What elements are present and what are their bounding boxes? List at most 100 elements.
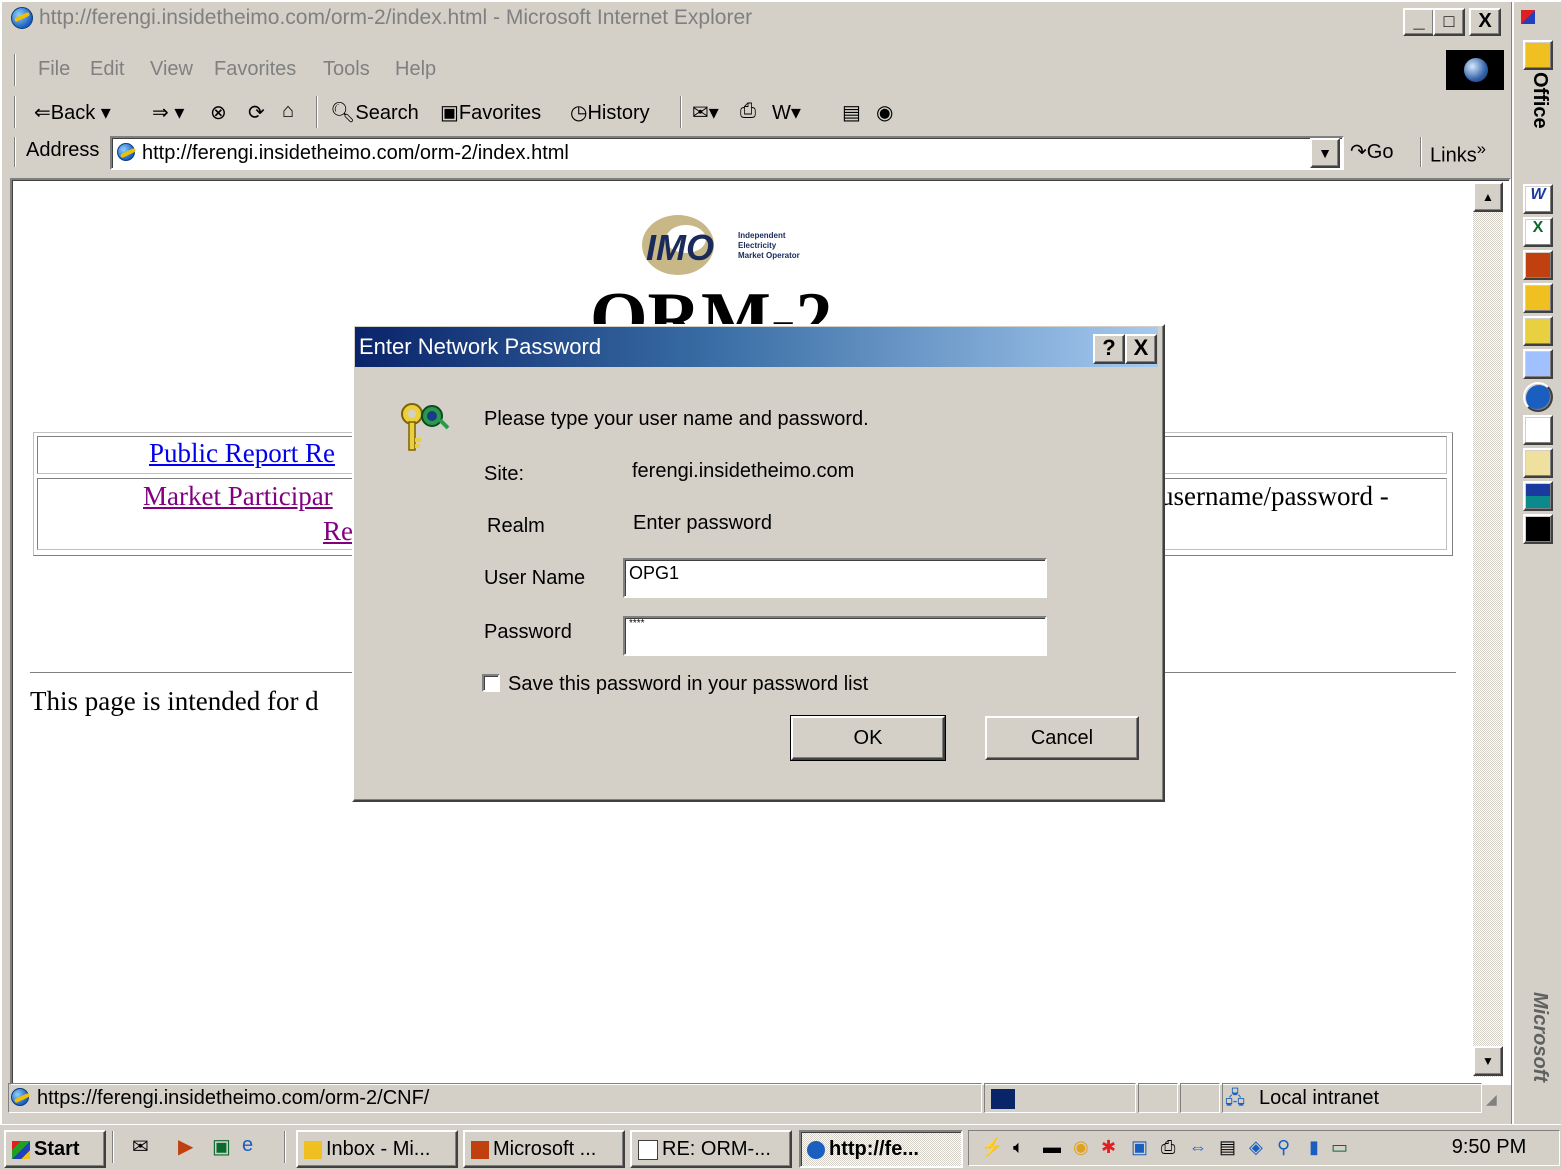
office-shortcut-bar: Office W X Microsoft bbox=[1512, 0, 1561, 1128]
desktop-icon[interactable] bbox=[1523, 481, 1553, 511]
ie-throbber-icon bbox=[1446, 50, 1504, 90]
menu-file[interactable]: File bbox=[38, 58, 70, 81]
menu-help[interactable]: Help bbox=[395, 58, 436, 81]
save-password-checkbox[interactable] bbox=[482, 674, 500, 692]
back-arrow-icon: ⇐ bbox=[34, 102, 51, 124]
printer-tray-icon[interactable]: ⎙ bbox=[1161, 1137, 1175, 1158]
dialog-close-button[interactable]: X bbox=[1125, 334, 1157, 364]
realm-label: Realm bbox=[487, 515, 545, 537]
address-input[interactable]: http://ferengi.insidetheimo.com/orm-2/in… bbox=[110, 136, 1344, 170]
quicklaunch-ie-icon[interactable]: e bbox=[242, 1134, 253, 1157]
powerpoint-icon[interactable] bbox=[1523, 250, 1553, 280]
task-email[interactable]: RE: ORM-... bbox=[630, 1130, 792, 1168]
mail-icon[interactable]: ✉▾ bbox=[692, 100, 719, 125]
password-field[interactable]: **** bbox=[623, 616, 1047, 656]
minimize-button[interactable]: _ bbox=[1403, 8, 1435, 36]
command-prompt-icon[interactable] bbox=[1523, 514, 1553, 544]
word-icon[interactable]: W bbox=[1523, 184, 1553, 214]
quicklaunch-outlook-icon[interactable]: ✉ bbox=[132, 1134, 149, 1159]
forward-button[interactable]: ⇒ ▾ bbox=[152, 100, 184, 125]
intranet-icon: 🖧 bbox=[1225, 1088, 1246, 1108]
monitor-tray-icon[interactable]: ▬ bbox=[1043, 1137, 1061, 1158]
print-icon[interactable]: ⎙ bbox=[740, 100, 756, 123]
home-icon[interactable]: ⌂ bbox=[282, 100, 294, 123]
favorites-icon: ▣ bbox=[440, 102, 459, 124]
stop-icon[interactable]: ⊗ bbox=[210, 100, 227, 125]
market-participant-link-continued[interactable]: Re bbox=[323, 516, 353, 547]
powerpoint-icon bbox=[471, 1140, 489, 1159]
keys-icon bbox=[401, 403, 450, 451]
search-button[interactable]: 🔍︎Search bbox=[330, 100, 419, 125]
computer-tray-icon[interactable]: ▣ bbox=[1131, 1137, 1148, 1158]
page-icon bbox=[117, 143, 135, 161]
maximize-button[interactable]: □ bbox=[1433, 8, 1465, 36]
resize-grip-icon[interactable]: ◢ bbox=[1486, 1091, 1497, 1108]
office-logo-icon[interactable] bbox=[1521, 10, 1535, 24]
links-chevron-icon: » bbox=[1476, 139, 1486, 158]
task-inbox[interactable]: Inbox - Mi... bbox=[296, 1130, 458, 1168]
task-ie-active[interactable]: http://fe... bbox=[799, 1130, 963, 1168]
username-field[interactable]: OPG1 bbox=[623, 558, 1047, 598]
realm-value: Enter password bbox=[633, 512, 772, 534]
office-button-icon[interactable] bbox=[1523, 40, 1553, 70]
shield-tray-icon[interactable]: ◈ bbox=[1249, 1137, 1263, 1158]
market-participant-link[interactable]: Market Participar bbox=[143, 481, 333, 512]
status-pane-empty bbox=[1180, 1083, 1220, 1113]
taskbar: Start ✉ ▶ ▣ e Inbox - Mi... Microsoft ..… bbox=[0, 1124, 1561, 1170]
dropdown-arrow-icon[interactable]: ▾ bbox=[174, 102, 184, 124]
menu-edit[interactable]: Edit bbox=[90, 58, 124, 81]
quicklaunch-calendar-icon[interactable]: ▣ bbox=[212, 1134, 231, 1159]
network-tray-icon[interactable]: ⚡ bbox=[981, 1137, 1003, 1158]
close-button[interactable]: X bbox=[1469, 8, 1501, 36]
search-tray-icon[interactable]: ⚲ bbox=[1277, 1137, 1290, 1158]
favorites-button[interactable]: ▣Favorites bbox=[440, 100, 541, 125]
discuss-icon[interactable]: ▤ bbox=[842, 100, 861, 125]
task-powerpoint[interactable]: Microsoft ... bbox=[463, 1130, 625, 1168]
menu-view[interactable]: View bbox=[150, 58, 193, 81]
antivirus-tray-icon[interactable]: ◉ bbox=[1073, 1137, 1089, 1158]
refresh-icon[interactable]: ⟳ bbox=[248, 100, 265, 125]
menu-tools[interactable]: Tools bbox=[323, 58, 370, 81]
help-button[interactable]: ? bbox=[1093, 334, 1125, 364]
window-titlebar[interactable]: http://ferengi.insidetheimo.com/orm-2/in… bbox=[3, 3, 1505, 36]
cancel-button[interactable]: Cancel bbox=[985, 716, 1139, 760]
battery-tray-icon[interactable]: ▮ bbox=[1309, 1137, 1319, 1158]
clock[interactable]: 9:50 PM bbox=[1421, 1130, 1557, 1164]
history-button[interactable]: ◷History bbox=[570, 100, 650, 125]
sync-tray-icon[interactable]: ⇔ bbox=[1189, 1137, 1207, 1158]
vertical-scrollbar[interactable]: ▲ ▼ bbox=[1473, 182, 1503, 1077]
scroll-up-icon[interactable]: ▲ bbox=[1473, 182, 1503, 212]
links-button[interactable]: Links» bbox=[1430, 139, 1486, 168]
go-button[interactable]: ↷Go bbox=[1350, 139, 1393, 164]
dialog-titlebar[interactable]: Enter Network Password ? X bbox=[355, 327, 1158, 367]
quicklaunch-powerpoint-icon[interactable]: ▶ bbox=[178, 1134, 193, 1159]
messenger-icon[interactable]: ◉ bbox=[876, 100, 893, 125]
username-label: User Name bbox=[484, 567, 586, 589]
outlook-icon[interactable] bbox=[1523, 283, 1553, 313]
grip-divider bbox=[14, 54, 16, 86]
folder-icon[interactable] bbox=[1523, 415, 1553, 445]
address-url: http://ferengi.insidetheimo.com/orm-2/in… bbox=[142, 142, 569, 164]
alert-tray-icon[interactable]: ✱ bbox=[1101, 1137, 1116, 1158]
grip-divider bbox=[14, 96, 16, 128]
menu-favorites[interactable]: Favorites bbox=[214, 58, 296, 81]
find-icon[interactable] bbox=[1523, 349, 1553, 379]
dropdown-arrow-icon[interactable]: ▾ bbox=[101, 102, 111, 124]
back-button[interactable]: ⇐Back ▾ bbox=[34, 100, 111, 125]
key-icon[interactable] bbox=[1523, 316, 1553, 346]
edit-word-icon[interactable]: W▾ bbox=[772, 100, 801, 125]
address-dropdown-button[interactable]: ▼ bbox=[1310, 138, 1340, 168]
progress-pane bbox=[984, 1083, 1136, 1113]
logo-letters: IMO bbox=[646, 227, 714, 268]
ie-icon[interactable] bbox=[1523, 382, 1553, 412]
file-icon[interactable] bbox=[1523, 448, 1553, 478]
display-tray-icon[interactable]: ▭ bbox=[1331, 1137, 1348, 1158]
window-title: http://ferengi.insidetheimo.com/orm-2/in… bbox=[39, 6, 753, 29]
scroll-down-icon[interactable]: ▼ bbox=[1473, 1046, 1503, 1076]
connection-tray-icon[interactable]: ▤ bbox=[1219, 1137, 1236, 1158]
volume-tray-icon[interactable]: 🔈︎ bbox=[1013, 1137, 1024, 1158]
ok-button[interactable]: OK bbox=[790, 715, 946, 761]
public-report-link[interactable]: Public Report Re bbox=[149, 438, 335, 469]
start-button[interactable]: Start bbox=[4, 1130, 106, 1168]
excel-icon[interactable]: X bbox=[1523, 217, 1553, 247]
